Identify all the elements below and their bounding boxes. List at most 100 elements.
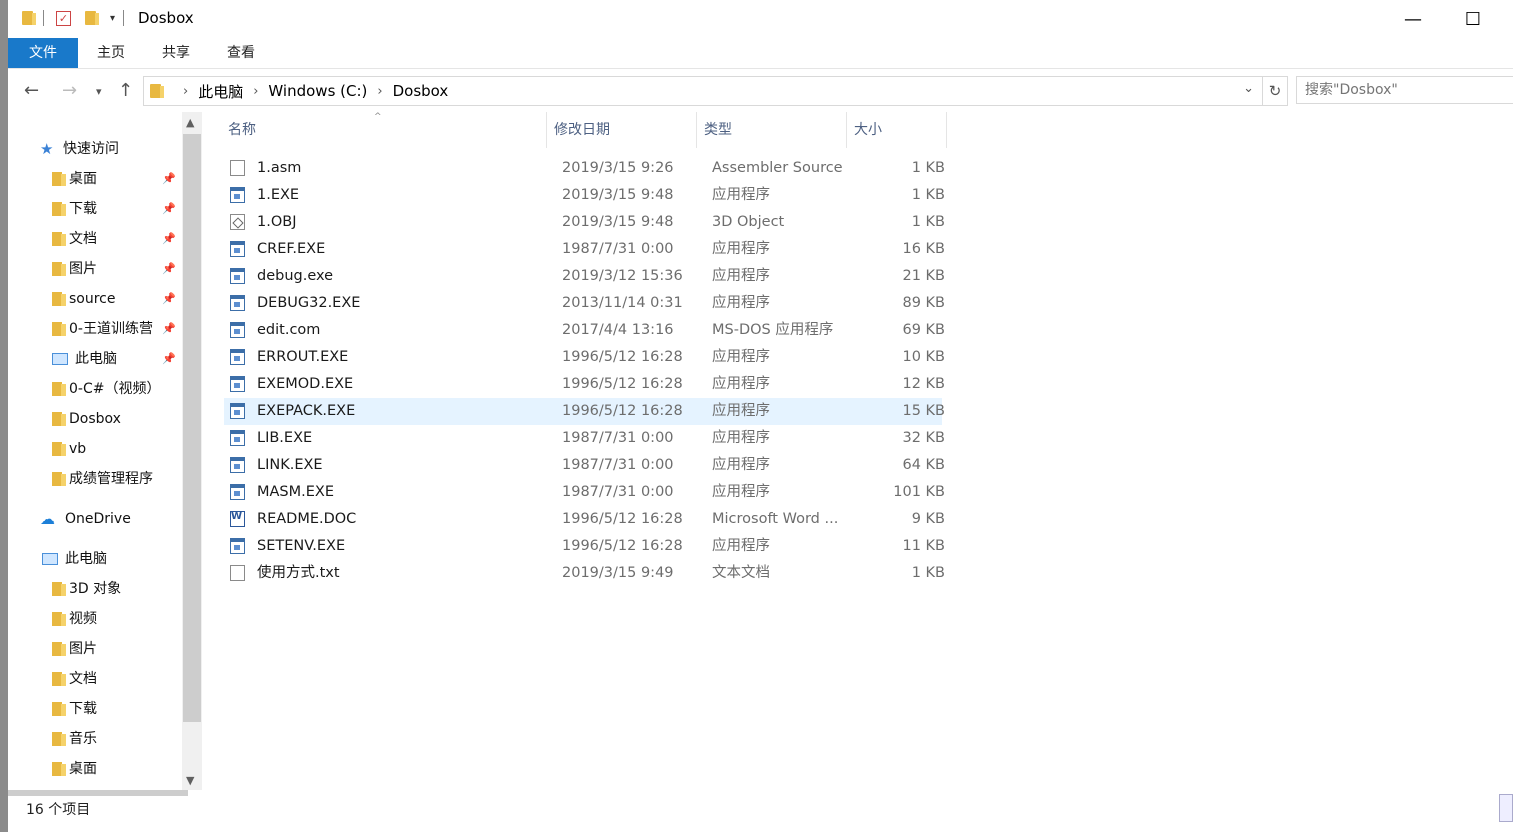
nav-pane-scrollbar[interactable]: ▲ ▼ <box>182 112 202 790</box>
nav-item-grade-manager[interactable]: 成绩管理程序 <box>52 464 153 494</box>
table-row[interactable]: DEBUG32.EXE 2013/11/14 0:31 应用程序 89 KB <box>224 290 945 317</box>
nav-item-documents[interactable]: 文档 <box>52 224 97 254</box>
nav-item-3d-objects[interactable]: 3D 对象 <box>52 574 121 604</box>
table-row[interactable]: CREF.EXE 1987/7/31 0:00 应用程序 16 KB <box>224 236 945 263</box>
nav-item-this-pc-pinned[interactable]: 此电脑 <box>52 344 117 374</box>
column-divider[interactable] <box>846 112 847 148</box>
nav-item-downloads[interactable]: 下载 <box>52 194 97 224</box>
table-row[interactable]: 使用方式.txt 2019/3/15 9:49 文本文档 1 KB <box>224 560 945 587</box>
breadcrumb-separator-icon[interactable]: › <box>377 84 382 99</box>
table-row[interactable]: SETENV.EXE 1996/5/12 16:28 应用程序 11 KB <box>224 533 945 560</box>
pictures-folder-icon <box>52 262 66 276</box>
nav-item-pictures[interactable]: 图片 <box>52 254 97 284</box>
tab-share[interactable]: 共享 <box>153 38 199 68</box>
download-folder-icon <box>52 202 66 216</box>
maximize-button[interactable]: ☐ <box>1453 4 1493 34</box>
nav-item-source[interactable]: source <box>52 284 116 314</box>
column-header-name[interactable]: 名称 <box>228 112 548 148</box>
pictures-folder-icon <box>52 642 66 656</box>
table-row[interactable]: LINK.EXE 1987/7/31 0:00 应用程序 64 KB <box>224 452 945 479</box>
table-row[interactable]: 1.OBJ 2019/3/15 9:48 3D Object 1 KB <box>224 209 945 236</box>
tab-file[interactable]: 文件 <box>8 38 78 68</box>
folder-icon <box>52 442 66 456</box>
file-size: 21 KB <box>902 268 945 284</box>
table-row[interactable]: MASM.EXE 1987/7/31 0:00 应用程序 101 KB <box>224 479 945 506</box>
address-dropdown-icon[interactable]: ⌄ <box>1243 81 1254 96</box>
column-header-date[interactable]: 修改日期 <box>554 112 694 148</box>
nav-item-downloads-pc[interactable]: 下载 <box>52 694 97 724</box>
column-header-type[interactable]: 类型 <box>704 112 844 148</box>
nav-item-videos[interactable]: 视频 <box>52 604 97 634</box>
refresh-button[interactable]: ↻ <box>1263 76 1288 106</box>
nav-item-label: 3D 对象 <box>69 581 122 597</box>
file-date: 1987/7/31 0:00 <box>562 457 674 473</box>
toolbar-divider <box>123 10 125 26</box>
file-date: 2019/3/15 9:26 <box>562 160 674 176</box>
nav-item-desktop-pc[interactable]: 桌面 <box>52 754 97 784</box>
minimize-button[interactable]: — <box>1393 4 1433 34</box>
details-view-toggle[interactable] <box>1499 794 1513 822</box>
nav-item-csharp-video[interactable]: 0-C#（视频） <box>52 374 160 404</box>
item-count: 16 个项目 <box>26 802 91 818</box>
scroll-down-icon[interactable]: ▼ <box>186 774 194 787</box>
column-header-size[interactable]: 大小 <box>854 112 944 148</box>
file-date: 1996/5/12 16:28 <box>562 376 683 392</box>
file-name: 使用方式.txt <box>257 565 340 581</box>
nav-item-pictures-pc[interactable]: 图片 <box>52 634 97 664</box>
breadcrumb-separator-icon[interactable]: › <box>183 84 188 99</box>
table-row[interactable]: 1.EXE 2019/3/15 9:48 应用程序 1 KB <box>224 182 945 209</box>
file-size: 101 KB <box>893 484 945 500</box>
file-type: 应用程序 <box>712 484 770 500</box>
new-folder-icon[interactable] <box>85 11 99 25</box>
breadcrumb-this-pc[interactable]: 此电脑 <box>198 81 243 102</box>
tab-view[interactable]: 查看 <box>218 38 264 68</box>
column-divider[interactable] <box>946 112 947 148</box>
file-size: 89 KB <box>902 295 945 311</box>
table-row[interactable]: README.DOC 1996/5/12 16:28 Microsoft Word … <box>224 506 945 533</box>
back-arrow-icon[interactable]: ← <box>24 80 39 101</box>
column-divider[interactable] <box>696 112 697 148</box>
breadcrumb-separator-icon[interactable]: › <box>253 84 258 99</box>
file-type: 文本文档 <box>712 565 770 581</box>
recent-locations-chevron-icon[interactable]: ▾ <box>96 85 102 98</box>
file-name: README.DOC <box>257 511 357 527</box>
chevron-down-icon[interactable]: ▾ <box>110 13 115 24</box>
file-name: 1.asm <box>257 160 302 176</box>
folder-icon[interactable] <box>22 11 36 25</box>
table-row[interactable]: ERROUT.EXE 1996/5/12 16:28 应用程序 10 KB <box>224 344 945 371</box>
table-row[interactable]: LIB.EXE 1987/7/31 0:00 应用程序 32 KB <box>224 425 945 452</box>
nav-item-label: 文档 <box>69 231 97 247</box>
up-arrow-icon[interactable]: ↑ <box>118 80 133 101</box>
nav-item-vb[interactable]: vb <box>52 434 86 464</box>
table-row[interactable]: EXEPACK.EXE 1996/5/12 16:28 应用程序 15 KB <box>224 398 945 425</box>
table-row[interactable]: 1.asm 2019/3/15 9:26 Assembler Source 1 KB <box>224 155 945 182</box>
forward-arrow-icon[interactable]: → <box>62 80 77 101</box>
nav-item-this-pc[interactable]: 此电脑 <box>42 544 107 574</box>
nav-item-music[interactable]: 音乐 <box>52 724 97 754</box>
address-bar[interactable]: › 此电脑 › Windows (C:) › Dosbox ⌄ <box>143 76 1263 106</box>
file-date: 2019/3/15 9:48 <box>562 187 674 203</box>
file-type: 应用程序 <box>712 349 770 365</box>
column-divider[interactable] <box>546 112 547 148</box>
table-row[interactable]: debug.exe 2019/3/12 15:36 应用程序 21 KB <box>224 263 945 290</box>
search-input[interactable] <box>1296 76 1513 104</box>
application-icon <box>230 430 245 446</box>
breadcrumb-windows-c[interactable]: Windows (C:) <box>268 82 367 100</box>
file-date: 1996/5/12 16:28 <box>562 349 683 365</box>
scroll-up-icon[interactable]: ▲ <box>186 116 194 129</box>
horizontal-scrollbar[interactable] <box>8 790 188 796</box>
tab-home[interactable]: 主页 <box>88 38 134 68</box>
file-name: LIB.EXE <box>257 430 313 446</box>
nav-item-documents-pc[interactable]: 文档 <box>52 664 97 694</box>
table-row[interactable]: edit.com 2017/4/4 13:16 MS-DOS 应用程序 69 KB <box>224 317 945 344</box>
nav-item-onedrive[interactable]: ☁ OneDrive <box>40 504 131 534</box>
nav-item-wangdao[interactable]: 0-王道训练营 <box>52 314 162 344</box>
properties-icon[interactable]: ✓ <box>56 10 71 26</box>
scrollbar-thumb[interactable] <box>183 134 201 722</box>
file-size: 9 KB <box>911 511 945 527</box>
nav-item-desktop[interactable]: 桌面 <box>52 164 97 194</box>
nav-item-quick-access[interactable]: ★ 快速访问 <box>40 134 119 164</box>
nav-item-dosbox[interactable]: Dosbox <box>52 404 121 434</box>
breadcrumb-dosbox[interactable]: Dosbox <box>393 82 449 100</box>
table-row[interactable]: EXEMOD.EXE 1996/5/12 16:28 应用程序 12 KB <box>224 371 945 398</box>
